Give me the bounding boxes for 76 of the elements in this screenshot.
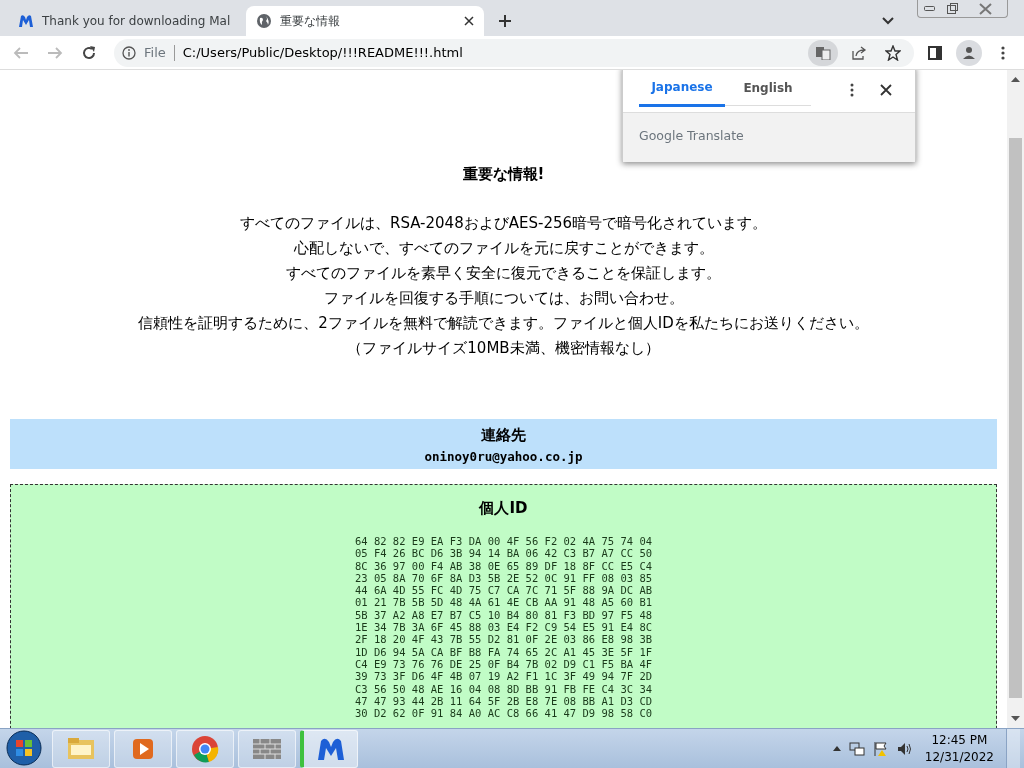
message-line: 信頼性を証明するために、2ファイルを無料で解読できます。ファイルと個人IDを私たちにお送りください。 (137, 313, 870, 334)
browser-icon (191, 735, 219, 763)
close-icon (880, 83, 892, 96)
browser-tab[interactable]: Thank you for downloading Mal (8, 6, 246, 36)
logo-icon (18, 13, 34, 29)
scrollbar[interactable] (1007, 70, 1024, 728)
address-scheme: File (144, 43, 166, 62)
kebab-menu-icon (850, 82, 854, 97)
id-hex-line: C4 E9 73 76 76 DE 25 0F B4 7B 02 D9 C1 F5 BA 4F (353, 657, 654, 671)
language-tab[interactable]: Japanese (639, 72, 725, 107)
translate-brand: Google Translate (623, 113, 915, 162)
close-icon (979, 2, 992, 15)
id-hex-line: 64 82 82 E9 EA F3 DA 00 4F 56 F2 02 4A 75 74 04 (353, 535, 654, 548)
close-icon[interactable] (464, 16, 474, 26)
kebab-menu-icon (1001, 44, 1005, 61)
id-hex-line: 1D D6 94 5A CA BF B8 FA 74 65 2C A1 45 3E 5F 1F (353, 645, 654, 658)
message-line: ファイルを回復する手順については、お問い合わせ。 (322, 288, 685, 309)
clock[interactable]: 12:45 PM 12/31/2022 (920, 730, 998, 767)
logo-icon (316, 736, 345, 762)
id-hex-line: 39 73 3F D6 4F 4B 07 19 A2 F1 1C 3F 49 94 7F 2D (353, 670, 654, 683)
taskbar-app[interactable] (176, 730, 234, 768)
brick-wall-icon (252, 737, 282, 761)
translate-icon (815, 45, 831, 60)
message-line: すべてのファイルを素早く安全に復元できることを保証します。 (285, 263, 722, 284)
message-line: すべてのファイルは、RSA-2048およびAES-256暗号で暗号化されています。 (238, 213, 768, 234)
browser-tab[interactable]: 重要な情報 (246, 6, 484, 36)
reload-icon (81, 44, 97, 61)
clock-time: 12:45 PM (930, 731, 989, 749)
start-button[interactable] (4, 729, 44, 767)
id-hex-line: 44 6A 4D 55 FC 4D 75 C7 CA 7C 71 5F 88 9A DC AB (353, 584, 654, 597)
id-hex-line: 30 D2 62 0F 91 84 A0 AC C8 66 41 47 D9 98 58 C0 (353, 707, 654, 720)
id-heading: 個人ID (477, 498, 529, 519)
taskbar-app[interactable] (300, 730, 358, 768)
person-icon (962, 45, 976, 60)
id-hex-line: 01 21 7B 5B 5D 48 4A 61 4E CB AA 91 48 A5 60 B1 (353, 596, 654, 609)
id-hex-line: C3 56 50 48 AE 16 04 08 8D BB 91 FB FE C4 3C 34 (353, 682, 654, 695)
plus-icon (498, 14, 512, 28)
id-hex-line: 05 F4 26 BC D6 3B 94 14 BA 06 42 C3 B7 A7 CC 50 (353, 547, 654, 560)
clock-date: 12/31/2022 (924, 748, 994, 766)
chevron-down-icon (882, 17, 894, 25)
minimize-icon (924, 6, 935, 11)
info-icon (122, 45, 136, 60)
id-hex-line: 2F 18 20 4F 43 7B 55 D2 81 0F 2E 03 86 E8 98 3B (353, 633, 654, 646)
globe-icon (256, 13, 272, 29)
id-hex-line: 8C 36 97 00 F4 AB 38 0E 65 89 DF 18 8F CC E5 C4 (353, 559, 654, 572)
profile-button[interactable] (956, 39, 982, 66)
taskbar-app[interactable] (114, 730, 172, 768)
windows-logo-icon (4, 729, 44, 767)
id-hex-line: 5B 37 A2 A8 E7 B7 C5 10 B4 80 81 F3 BD 97 F5 48 (353, 608, 654, 622)
id-hex-line: 47 47 93 44 2B 11 64 5F 2B E8 7E 08 BB A1 D3 CD (353, 694, 654, 708)
message-line: 心配しないで、すべてのファイルを元に戻すことができます。 (292, 238, 715, 259)
play-icon (131, 737, 155, 761)
tray-arrow-icon[interactable] (832, 746, 841, 751)
taskbar-app[interactable] (238, 730, 296, 768)
scrollbar-thumb[interactable] (1009, 138, 1022, 698)
message-line: （ファイルサイズ10MB未満、機密情報なし） (346, 338, 661, 359)
flag-icon[interactable] (872, 740, 889, 757)
folder-icon (67, 737, 95, 761)
forward-icon (47, 44, 63, 61)
share-icon (851, 44, 867, 61)
id-hex-line: 23 05 8A 70 6F 8A D3 5B 2E 52 0C 91 FF 08 03 85 (353, 571, 654, 585)
restore-icon (947, 3, 958, 14)
language-tab[interactable]: English (725, 73, 811, 106)
email-address: oninoy0ru@yahoo.co.jp (424, 447, 583, 466)
contact-heading: 連絡先 (481, 424, 526, 446)
id-hex-line: 1E 34 7B 3A 6F 45 88 03 E4 F2 C9 54 E5 91 E4 8C (353, 621, 654, 634)
scroll-up-icon[interactable] (1011, 76, 1020, 82)
address-bar[interactable]: File C:/Users/Public/Desktop/!!!README!!!.html (114, 38, 914, 67)
page-heading: 重要な情報! (461, 164, 546, 185)
side-panel-icon (927, 44, 943, 61)
star-icon (885, 44, 901, 61)
translate-button[interactable] (808, 39, 838, 66)
back-icon (13, 44, 29, 61)
address-url: C:/Users/Public/Desktop/!!!README!!!.html (182, 43, 463, 62)
network-icon[interactable] (848, 740, 865, 757)
scroll-down-icon[interactable] (1011, 716, 1020, 722)
